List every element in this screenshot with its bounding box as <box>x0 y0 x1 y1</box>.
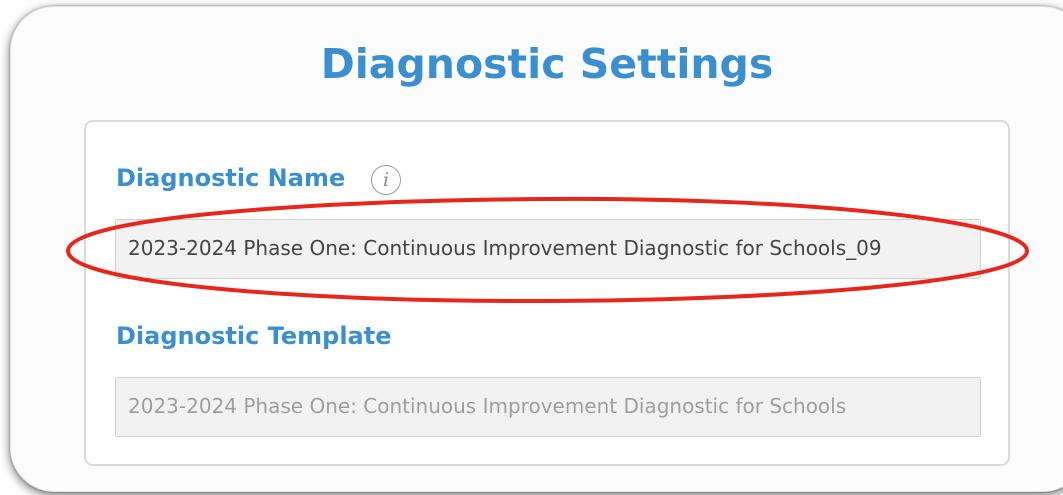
page-title: Diagnostic Settings <box>320 40 774 88</box>
diagnostic-name-label: Diagnostic Name <box>116 164 346 192</box>
screenshot-stage: Diagnostic Settings Diagnostic Name i 20… <box>0 0 1063 495</box>
info-icon[interactable]: i <box>371 165 401 195</box>
diagnostic-template-field: 2023-2024 Phase One: Continuous Improvem… <box>115 377 981 437</box>
diagnostic-name-field[interactable]: 2023-2024 Phase One: Continuous Improvem… <box>115 219 981 279</box>
diagnostic-template-label: Diagnostic Template <box>116 322 392 350</box>
